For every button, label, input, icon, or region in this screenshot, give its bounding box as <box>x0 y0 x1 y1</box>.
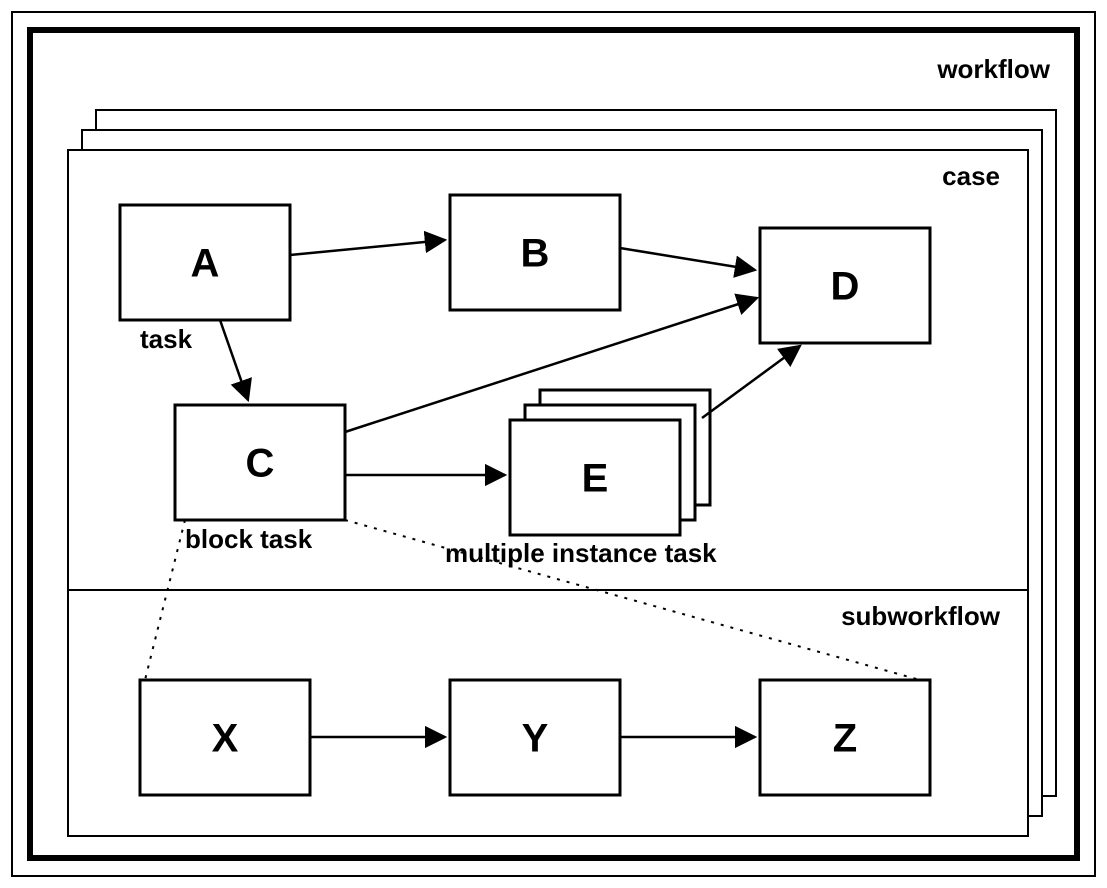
workflow-label: workflow <box>936 54 1050 84</box>
task-d-label: D <box>831 265 860 309</box>
multi-instance-annotation: multiple instance task <box>445 538 717 568</box>
task-b: B <box>450 195 620 310</box>
task-x: X <box>140 680 310 795</box>
task-x-label: X <box>212 717 239 761</box>
task-a-label: A <box>191 242 220 286</box>
task-y: Y <box>450 680 620 795</box>
task-y-label: Y <box>522 717 549 761</box>
task-c: C <box>175 405 345 520</box>
task-b-label: B <box>521 232 550 276</box>
task-a: A <box>120 205 290 320</box>
subworkflow-label: subworkflow <box>841 601 1001 631</box>
task-e-stack: E <box>510 390 710 535</box>
task-e-label: E <box>582 457 609 501</box>
block-task-annotation: block task <box>185 524 313 554</box>
case-label: case <box>942 161 1000 191</box>
task-annotation: task <box>140 324 193 354</box>
task-c-label: C <box>246 442 275 486</box>
workflow-diagram: workflow case subworkflow A task B D C b… <box>0 0 1107 888</box>
task-z-label: Z <box>833 717 857 761</box>
task-z: Z <box>760 680 930 795</box>
task-d: D <box>760 228 930 343</box>
